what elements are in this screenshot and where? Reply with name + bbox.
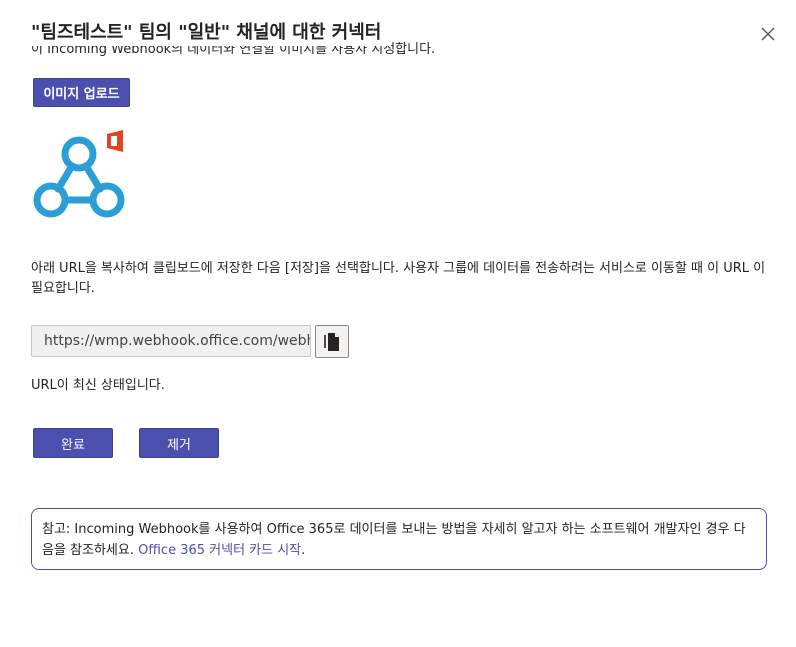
close-icon[interactable] <box>756 22 780 46</box>
webhook-url-field[interactable]: https://wmp.webhook.office.com/webhookb2… <box>31 325 311 357</box>
upload-image-button[interactable]: 이미지 업로드 <box>33 78 130 107</box>
status-text: URL이 최신 상태입니다. <box>31 378 165 393</box>
connector-dialog: 이 Incoming Webhook의 데이터와 연결할 이미지를 사용자 지정… <box>0 0 796 647</box>
copy-url-button[interactable] <box>315 325 349 358</box>
connector-cards-link[interactable]: Office 365 커넥터 카드 시작 <box>138 543 301 558</box>
webhook-logo-icon <box>31 128 129 224</box>
developer-note: 참고: Incoming Webhook를 사용하여 Office 365로 데… <box>31 508 767 570</box>
copy-icon <box>324 332 339 351</box>
url-instructions: 아래 URL을 복사하여 클립보드에 저장한 다음 [저장]을 선택합니다. 사… <box>31 261 766 296</box>
done-button[interactable]: 완료 <box>33 428 113 458</box>
note-end: . <box>301 543 306 558</box>
remove-button[interactable]: 제거 <box>139 428 219 458</box>
dialog-title: "팀즈테스트" 팀의 "일반" 채널에 대한 커넥터 <box>31 20 392 46</box>
office-logo-icon <box>107 130 123 152</box>
